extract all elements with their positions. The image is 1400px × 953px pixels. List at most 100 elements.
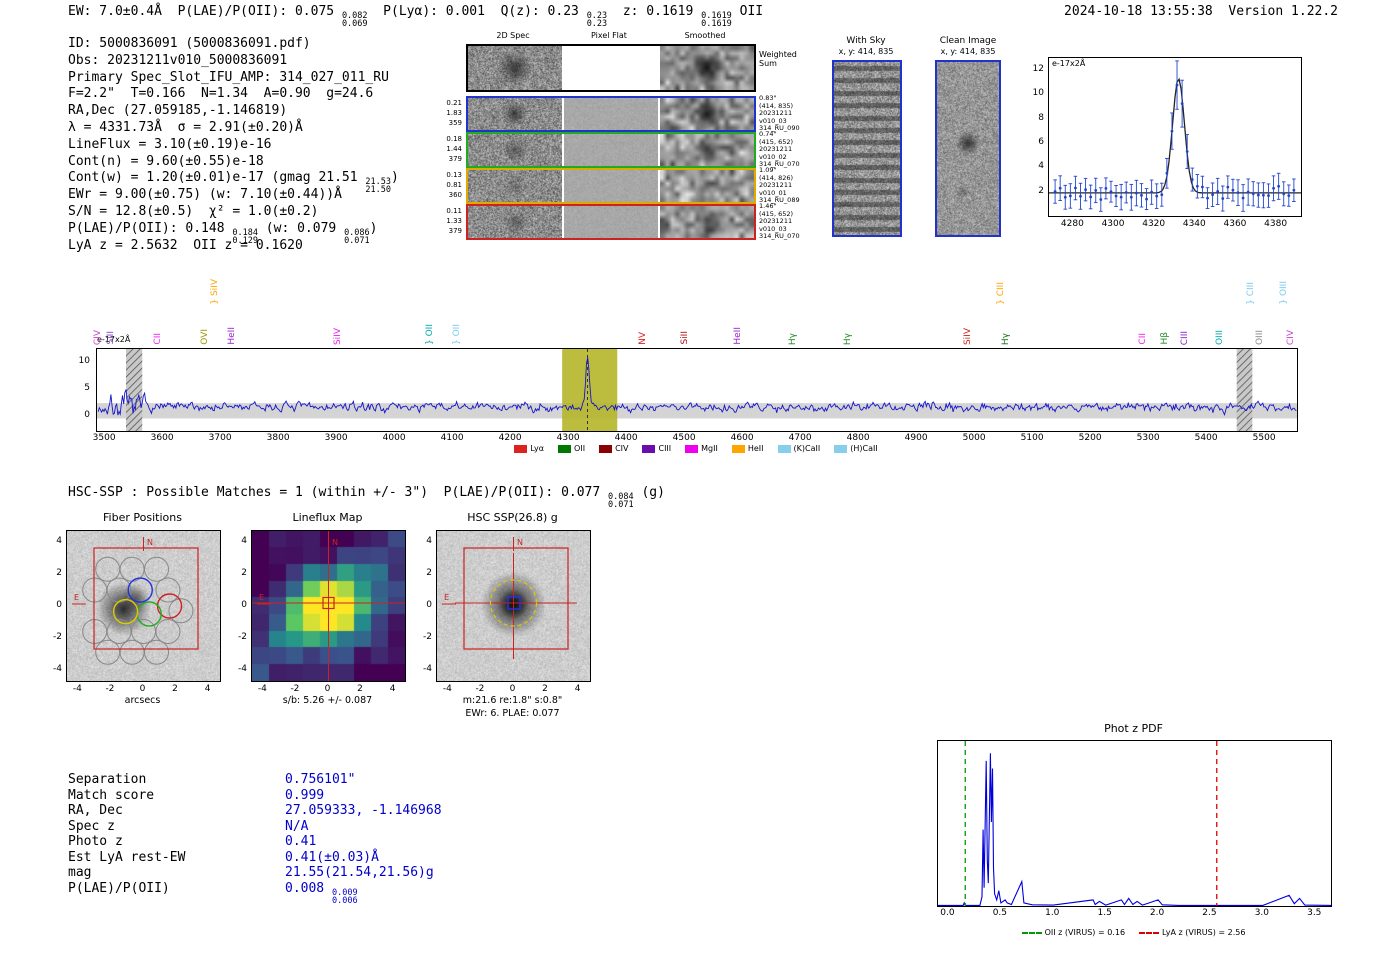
legend-item: OII (558, 444, 585, 453)
left-label-line: 359 (430, 118, 462, 128)
summary-line: EW: 7.0±0.4Å P(LAE)/P(OII): 0.075 0.0820… (68, 4, 763, 28)
cutout-xtick: 4 (566, 684, 590, 694)
cutout-ytick: 4 (44, 536, 62, 546)
smoothed-image (660, 206, 754, 238)
text-segment: 0.41 (285, 834, 316, 849)
match-table-value: 0.41 (285, 834, 316, 849)
cutout-xtick: 2 (163, 684, 187, 694)
emission-line-label: CII (154, 333, 163, 345)
legend-swatch (642, 445, 655, 453)
legend-swatch (558, 445, 571, 453)
hsc-caption-1: m:21.6 re:1.8" s:0.8" (436, 695, 589, 706)
match-table-label: P(LAE)/P(OII) (68, 881, 170, 896)
text-segment: P(Lyα): 0.001 Q(z): 0.23 (368, 4, 587, 19)
cutout-xtick: -2 (468, 684, 492, 694)
compass-east-label: E (259, 593, 264, 602)
spectrum-ytick: 5 (74, 383, 90, 393)
match-table-value: N/A (285, 819, 308, 834)
stacked-uncertainty: 0.230.23 (587, 12, 607, 28)
cutout-xtick: 2 (533, 684, 557, 694)
spec2d-image (468, 46, 562, 90)
cutout-xtick: -2 (98, 684, 122, 694)
right-label-line: 314_RU_070 (759, 233, 831, 241)
left-label-line: 0.81 (430, 180, 462, 190)
emission-line-label: } OIII (1280, 281, 1289, 305)
emission-line-label: CIV (1287, 330, 1296, 345)
compass-east-label: E (444, 593, 449, 602)
legend-label: (K)CaII (794, 444, 821, 453)
emission-line-label: } OII (426, 324, 435, 345)
legend-swatch (514, 445, 527, 453)
text-segment: S/N = 12.8(±0.5) χ² = 1.0(±0.2) (68, 204, 318, 219)
cutout-xtick: -4 (250, 684, 274, 694)
text-segment: ) (391, 170, 399, 185)
spec2d-row-right-label: 1.46"(415, 652)20231211v010_03314_RU_070 (759, 203, 831, 241)
fiber-positions-overlay: NE (67, 531, 220, 681)
emission-line-label: CIII (1181, 331, 1190, 345)
clean-image-title: Clean Image (901, 36, 1035, 46)
legend-swatch (599, 445, 612, 453)
pixelflat-image (564, 206, 658, 238)
spec2d-row (466, 44, 756, 92)
text-segment: Cont(w) = 1.20(±0.01)e-17 (gmag 21.51 (68, 170, 365, 185)
pixelflat-image (564, 134, 658, 166)
line-fit-xtick: 4380 (1260, 219, 1292, 229)
photz-legend: OII z (VIRUS) = 0.16LyA z (VIRUS) = 2.56 (937, 928, 1330, 937)
line-fit-plot (1049, 58, 1301, 216)
spectrum-xtick: 5400 (1190, 433, 1222, 443)
info-line: Obs: 20231211v010_5000836091 (68, 53, 399, 70)
text-segment: N/A (285, 819, 308, 834)
emission-line-label: Hγ (844, 333, 853, 345)
cutout-ytick: 4 (414, 536, 432, 546)
legend-label: OII (574, 444, 585, 453)
hsc-caption-2: EWr: 6. PLAE: 0.077 (436, 708, 589, 719)
text-segment: ID: 5000836091 (5000836091.pdf) (68, 36, 311, 51)
emission-line-label: Hγ (1002, 333, 1011, 345)
text-segment: LineFlux = 3.10(±0.19)e-16 (68, 137, 272, 152)
info-line: ID: 5000836091 (5000836091.pdf) (68, 36, 399, 53)
cutout-ytick: 4 (229, 536, 247, 546)
cutout-xtick: -2 (283, 684, 307, 694)
emission-line-label: Hγ (789, 333, 798, 345)
lineflux-map-title: Lineflux Map (251, 511, 404, 524)
photz-xtick: 2.5 (1195, 908, 1223, 918)
spec2d-row (466, 96, 756, 132)
lower-value: 0.1619 (701, 20, 732, 28)
cutout-xtick: 0 (131, 684, 155, 694)
cutout-ytick: -2 (44, 632, 62, 642)
text-segment: 27.059333, -1.146968 (285, 803, 442, 818)
legend-dash-swatch (1022, 932, 1042, 934)
spec2d-row-right-label: 0.83"(414, 835)20231211v010_03314_RU_090 (759, 95, 831, 133)
match-table-label: Spec z (68, 819, 115, 834)
spectrum-xtick: 4900 (900, 433, 932, 443)
match-table-label: Photo z (68, 834, 123, 849)
elixer-detection-report: EW: 7.0±0.4Å P(LAE)/P(OII): 0.075 0.0820… (0, 0, 1400, 953)
emission-line-label: } OII (453, 324, 462, 345)
info-line: P(LAE)/P(OII): 0.148 0.1840.129 (w: 0.07… (68, 221, 399, 238)
spec2d-row-right-label: 0.74"(415, 652)20231211v010_02314_RU_070 (759, 131, 831, 169)
match-table-value: 21.55(21.54,21.56)g (285, 865, 434, 880)
spec2d-column-header: Smoothed (658, 31, 752, 40)
cutout-ytick: 2 (414, 568, 432, 578)
cutout-ytick: -4 (414, 664, 432, 674)
left-label-line: 0.21 (430, 98, 462, 108)
line-fit-ytick: 8 (1026, 113, 1044, 123)
photz-title: Phot z PDF (937, 722, 1330, 735)
legend-label: MgII (701, 444, 718, 453)
version-label: Version 1.22.2 (1228, 4, 1338, 19)
lower-value: 0.071 (344, 237, 370, 245)
emission-line-label: } CIII (997, 282, 1006, 305)
stacked-uncertainty: 0.0860.071 (344, 229, 370, 245)
lower-value: 0.069 (342, 20, 368, 28)
emission-line-label: SiII (107, 331, 116, 345)
emission-line-label: HeII (734, 327, 743, 345)
legend-item: (H)CaII (834, 444, 877, 453)
spec2d-row-left-label: 0.130.81360 (430, 170, 462, 200)
match-table-value: 0.008 0.0090.006 (285, 881, 358, 905)
compass-east-label: E (74, 593, 79, 602)
emission-line-label: SiIV (964, 328, 973, 345)
fiber-xlabel: arcsecs (66, 695, 219, 706)
lower-value: 0.071 (608, 501, 634, 509)
legend-label: OII z (VIRUS) = 0.16 (1045, 928, 1125, 937)
line-fit-xtick: 4300 (1097, 219, 1129, 229)
